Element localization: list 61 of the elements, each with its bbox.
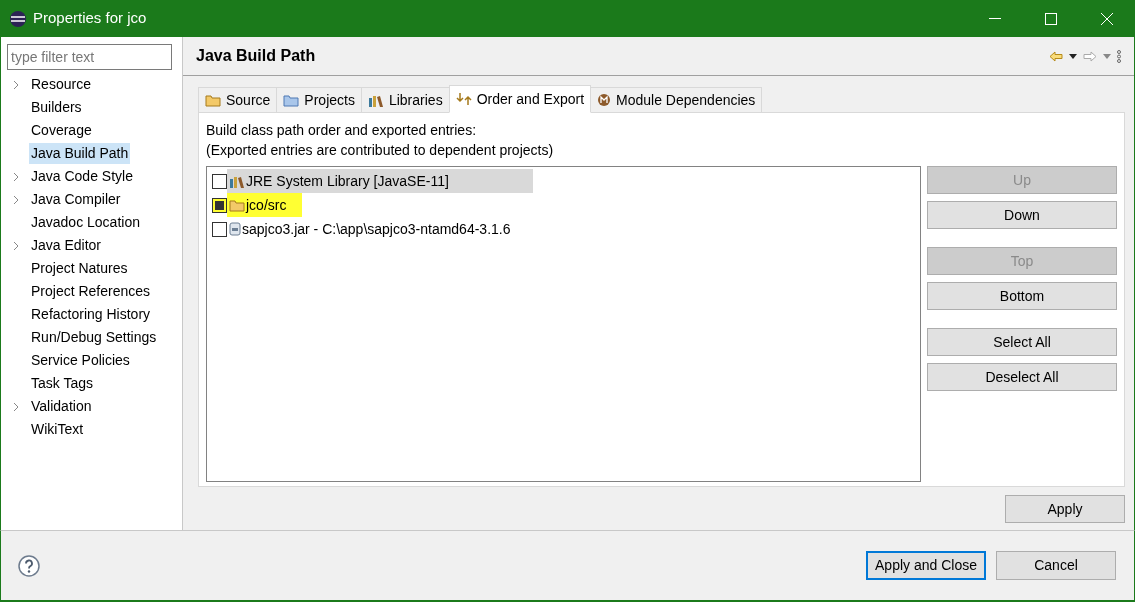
jar-icon — [229, 222, 241, 236]
forward-arrow-icon[interactable] — [1083, 50, 1097, 62]
filter-field[interactable]: type filter text — [7, 44, 172, 70]
chevron-right-icon[interactable] — [13, 401, 19, 412]
sidebar-item[interactable]: Task Tags — [7, 372, 95, 395]
footer-button[interactable]: Apply and Close — [866, 551, 986, 580]
back-arrow-icon[interactable] — [1049, 50, 1063, 62]
folder-icon — [205, 93, 221, 107]
sidebar-item[interactable]: Coverage — [7, 119, 94, 142]
more-options-icon[interactable] — [1117, 49, 1121, 63]
maximize-icon — [1045, 12, 1057, 25]
module-icon — [597, 93, 612, 107]
package-folder-icon — [229, 198, 245, 212]
sidebar-item[interactable]: Project Natures — [7, 257, 130, 280]
sidebar-item[interactable]: Resource — [7, 73, 93, 96]
footer-button[interactable]: Cancel — [996, 551, 1116, 580]
tab[interactable]: Source — [198, 87, 278, 113]
minimize-icon — [989, 17, 1001, 20]
entry-label: sapjco3.jar - C:\app\sapjco3-ntamd64-3.1.6 — [242, 219, 511, 239]
side-button[interactable]: Select All — [927, 328, 1117, 356]
entry-label: jco/src — [246, 195, 287, 215]
sidebar-item[interactable]: Project References — [7, 280, 153, 303]
sidebar-item[interactable]: Run/Debug Settings — [7, 326, 159, 349]
entry-label: JRE System Library [JavaSE-11] — [246, 171, 449, 191]
sidebar-item[interactable]: Validation — [7, 395, 94, 418]
entry-row[interactable]: JRE System Library [JavaSE-11] — [227, 169, 533, 193]
sidebar-item[interactable]: Service Policies — [7, 349, 132, 372]
side-button[interactable]: Bottom — [927, 282, 1117, 310]
books-icon — [229, 174, 245, 188]
side-button[interactable]: Deselect All — [927, 363, 1117, 391]
sidebar-item[interactable]: Java Code Style — [7, 165, 135, 188]
sidebar-item[interactable]: Refactoring History — [7, 303, 153, 326]
window-title: Properties for jco — [33, 8, 147, 29]
chevron-right-icon[interactable] — [13, 79, 19, 90]
tab[interactable]: Order and Export — [448, 85, 592, 113]
chevron-right-icon[interactable] — [13, 240, 19, 251]
sidebar-item[interactable]: Java Compiler — [7, 188, 123, 211]
tab[interactable]: Module Dependencies — [590, 87, 763, 113]
eclipse-logo-icon — [9, 9, 27, 28]
side-button[interactable]: Down — [927, 201, 1117, 229]
entry-row[interactable]: sapjco3.jar - C:\app\sapjco3-ntamd64-3.1.6 — [227, 217, 527, 241]
sidebar-item[interactable]: WikiText — [7, 418, 86, 441]
up-down-arrows-icon — [455, 92, 472, 106]
checkbox[interactable] — [212, 173, 227, 189]
page-title: Java Build Path — [196, 46, 316, 66]
sidebar-item[interactable]: Builders — [7, 96, 84, 119]
folder-icon — [283, 93, 300, 107]
entry-row[interactable]: jco/src — [227, 193, 303, 217]
chevron-right-icon[interactable] — [13, 194, 19, 205]
apply-button[interactable]: Apply — [1005, 495, 1125, 523]
description-text: Build class path order and exported entries: — [206, 121, 478, 140]
close-icon — [1101, 12, 1113, 25]
description-text: (Exported entries are contributed to dependent projects) — [206, 141, 555, 160]
books-icon — [367, 93, 384, 107]
sidebar-item[interactable]: Java Editor — [7, 234, 104, 257]
dropdown-icon[interactable] — [1069, 53, 1077, 59]
sidebar-item[interactable]: Javadoc Location — [7, 211, 142, 234]
checkbox[interactable] — [212, 221, 227, 237]
help-icon[interactable] — [18, 554, 40, 577]
checkbox[interactable] — [212, 197, 227, 213]
chevron-right-icon[interactable] — [13, 171, 19, 182]
